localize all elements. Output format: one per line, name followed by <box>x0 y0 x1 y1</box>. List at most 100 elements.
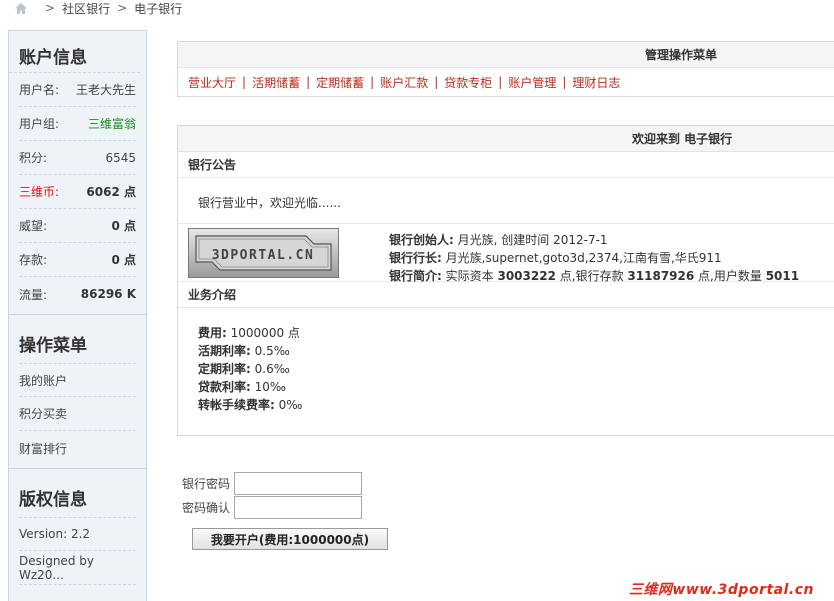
breadcrumb-item-community-bank[interactable]: 社区银行 <box>62 0 110 17</box>
intro-mid2: 点,用户数量 <box>698 269 762 283</box>
business-intro-title: 业务介绍 <box>178 282 834 308</box>
biz-value: 10‰ <box>254 380 287 394</box>
menu-item-business-hall[interactable]: 营业大厅 <box>188 74 236 91</box>
biz-row-loan-rate: 贷款利率: 10‰ <box>198 378 834 396</box>
confirm-row: 密码确认 <box>182 495 362 519</box>
notice-text: 银行营业中，欢迎光临...... <box>178 178 834 224</box>
menu-item-demand-deposit[interactable]: 活期储蓄 <box>252 74 300 91</box>
password-label: 银行密码 <box>182 476 231 491</box>
account-row-value: 6545 <box>105 150 136 165</box>
welcome-panel: 欢迎来到 电子银行 银行公告 银行营业中，欢迎光临...... 3DPORTAL… <box>177 125 834 436</box>
biz-value: 0.5‰ <box>254 344 290 358</box>
account-row-deposit: 存款: 0 点 <box>19 243 136 277</box>
founder-line: 银行创始人: 月光族, 创建时间 2012-7-1 <box>389 231 799 249</box>
menu-separator: | <box>306 75 311 89</box>
menu-item-fixed-deposit[interactable]: 定期储蓄 <box>316 74 364 91</box>
biz-value: 1000000 点 <box>230 326 300 340</box>
account-row-usergroup: 用户组: 三维富翁 <box>19 107 136 141</box>
account-row-key: 流量: <box>19 287 48 302</box>
account-info-title: 账户信息 <box>9 31 140 73</box>
watermark: 三维网www.3dportal.cn <box>628 582 814 598</box>
copyright-version-text: Version: 2.2 <box>19 527 91 541</box>
breadcrumb-separator: > <box>45 1 56 15</box>
confirm-password-input[interactable] <box>234 495 362 519</box>
account-row-traffic: 流量: 86296 K <box>19 277 136 311</box>
menu-item-account-management[interactable]: 账户管理 <box>508 74 556 91</box>
breadcrumb-separator: > <box>117 1 128 15</box>
account-row-coins: 三维币: 6062 点 <box>19 175 136 209</box>
menu-item-loan-counter[interactable]: 贷款专柜 <box>444 74 492 91</box>
management-menu-title: 管理操作菜单 <box>178 42 834 68</box>
business-intro: 费用: 1000000 点 活期利率: 0.5‰ 定期利率: 0.6‰ 贷款利率… <box>178 308 834 422</box>
intro-deposit: 31187926 <box>627 269 695 283</box>
password-input[interactable] <box>234 471 362 495</box>
president-value: 月光族,supernet,goto3d,2374,江南有雪,华氏911 <box>445 251 722 265</box>
biz-label: 活期利率: <box>198 344 251 358</box>
president-label: 银行行长: <box>389 251 442 265</box>
logo-lettering: 3DPORTAL.CN <box>212 248 315 263</box>
breadcrumb-item-e-bank[interactable]: 电子银行 <box>134 0 182 17</box>
biz-value: 0‰ <box>278 398 303 412</box>
founder-value: 月光族, 创建时间 2012-7-1 <box>457 233 608 247</box>
intro-label: 银行简介: <box>389 269 442 283</box>
menu-item-remittance[interactable]: 账户汇款 <box>380 74 428 91</box>
menu-separator: | <box>498 75 503 89</box>
account-row-value: 6062 点 <box>86 185 136 199</box>
menu-separator: | <box>370 75 375 89</box>
sidebar-item-wealth-ranking[interactable]: 财富排行 <box>19 431 136 465</box>
biz-label: 贷款利率: <box>198 380 251 394</box>
intro-capital: 3003222 <box>497 269 556 283</box>
intro-prefix: 实际资本 <box>445 269 494 283</box>
management-menu-panel: 管理操作菜单 营业大厅 | 活期储蓄 | 定期储蓄 | 账户汇款 | 贷款专柜 | 账户管… <box>177 41 834 97</box>
copyright-title: 版权信息 <box>19 490 87 510</box>
account-row-key: 用户名: <box>19 83 60 97</box>
account-row-prestige: 威望: 0 点 <box>19 209 136 243</box>
account-row-username: 用户名: 王老大先生 <box>19 73 136 107</box>
sidebar-item-label[interactable]: 财富排行 <box>19 440 67 457</box>
copyright-designer-text: Designed by Wz20... <box>19 553 94 582</box>
biz-row-transfer-fee: 转帐手续费率: 0‰ <box>198 396 834 414</box>
account-row-value: 王老大先生 <box>75 83 136 97</box>
biz-row-fixed-rate: 定期利率: 0.6‰ <box>198 360 834 378</box>
sidebar-item-my-account[interactable]: 我的账户 <box>19 363 136 397</box>
copyright-designer: Designed by Wz20... <box>19 551 136 585</box>
bank-info: 3DPORTAL.CN 银行创始人: 月光族, 创建时间 2012-7-1 银行… <box>178 224 834 283</box>
account-row-key: 用户组: <box>19 117 60 131</box>
president-line: 银行行长: 月光族,supernet,goto3d,2374,江南有雪,华氏91… <box>389 249 799 267</box>
menu-separator: | <box>434 75 439 89</box>
3dportal-logo: 3DPORTAL.CN <box>188 228 339 278</box>
founder-label: 银行创始人: <box>389 233 454 247</box>
copyright-version: Version: 2.2 <box>19 517 136 551</box>
account-row-value: 0 点 <box>111 219 136 233</box>
menu-separator: | <box>562 75 567 89</box>
biz-label: 转帐手续费率: <box>198 398 275 412</box>
biz-label: 定期利率: <box>198 362 251 376</box>
sidebar-item-points-trade[interactable]: 积分买卖 <box>19 397 136 431</box>
confirm-label: 密码确认 <box>182 500 231 515</box>
bank-info-lines: 银行创始人: 月光族, 创建时间 2012-7-1 银行行长: 月光族,supe… <box>389 228 799 283</box>
account-row-key: 威望: <box>19 219 48 233</box>
menu-item-finance-log[interactable]: 理财日志 <box>572 74 620 91</box>
open-account-button[interactable]: 我要开户(费用:1000000点) <box>192 528 388 550</box>
biz-label: 费用: <box>198 326 227 340</box>
sidebar-item-label[interactable]: 积分买卖 <box>19 405 67 422</box>
management-menu: 营业大厅 | 活期储蓄 | 定期储蓄 | 账户汇款 | 贷款专柜 | 账户管理 | 理财日志 <box>178 68 834 96</box>
menu-separator: | <box>242 75 247 89</box>
account-row-value: 0 点 <box>111 253 136 267</box>
account-row-key: 三维币: <box>19 185 60 199</box>
intro-line: 银行简介: 实际资本 3003222 点,银行存款 31187926 点,用户数… <box>389 267 799 285</box>
sidebar-item-label[interactable]: 我的账户 <box>19 372 67 389</box>
account-row-key: 积分: <box>19 151 48 165</box>
account-row-key: 存款: <box>19 253 48 267</box>
open-account-form: 银行密码 密码确认 <box>182 471 362 519</box>
password-row: 银行密码 <box>182 471 362 495</box>
account-row-value: 三维富翁 <box>87 117 136 131</box>
sidebar: 账户信息 用户名: 王老大先生 用户组: 三维富翁 积分: 6545 三维币: … <box>8 30 147 601</box>
breadcrumb: > 社区银行 > 电子银行 <box>0 0 834 16</box>
intro-users: 5011 <box>765 269 800 283</box>
home-icon[interactable] <box>14 2 28 15</box>
biz-row-demand-rate: 活期利率: 0.5‰ <box>198 342 834 360</box>
biz-value: 0.6‰ <box>254 362 290 376</box>
account-row-points: 积分: 6545 <box>19 141 136 175</box>
welcome-title: 欢迎来到 电子银行 <box>178 126 834 152</box>
